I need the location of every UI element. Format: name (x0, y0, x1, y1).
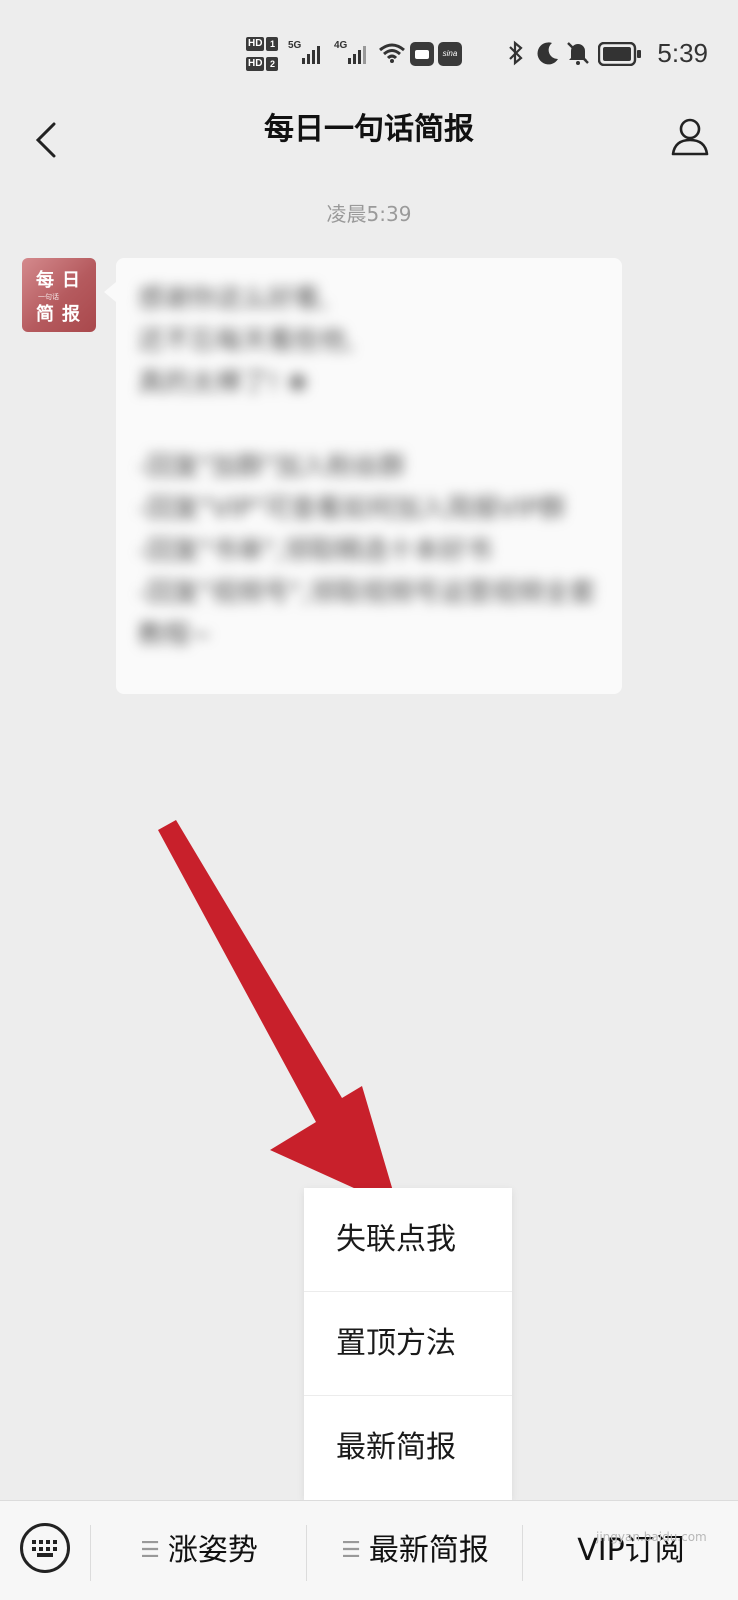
bottom-menu-bar: ☰ 涨姿势 ☰ 最新简报 VIP订阅 (0, 1500, 738, 1600)
popup-item-lost-contact[interactable]: 失联点我 (304, 1188, 512, 1292)
wifi-icon (379, 43, 405, 63)
sina-app-icon: sina (438, 42, 462, 66)
message-text: 感谢你这么好看, 还不忘每天看些他, 真的太棒了! ❀ -回复"加群"加入粉丝群… (138, 284, 596, 650)
keyboard-toggle-button[interactable] (20, 1523, 70, 1573)
popup-menu: 失联点我 置顶方法 最新简报 (304, 1188, 512, 1500)
hd1-number: 1 (266, 37, 279, 51)
message-timestamp: 凌晨5:39 (326, 202, 412, 226)
status-bar: HD 1 HD 2 5G 4G sina 5:39 (0, 0, 738, 100)
divider (522, 1525, 523, 1581)
status-time: 5:39 (657, 38, 708, 68)
battery-icon (598, 42, 641, 66)
divider (90, 1525, 91, 1581)
signal-4g-icon: 4G (334, 40, 374, 66)
menu-button-vip[interactable]: VIP订阅 (524, 1501, 738, 1600)
page-title: 每日一句话简报 (264, 112, 474, 147)
hd2-number: 2 (266, 57, 279, 71)
hd1-badge: HD (246, 37, 265, 51)
menu-button-knowledge[interactable]: ☰ 涨姿势 (92, 1501, 306, 1600)
profile-button[interactable] (662, 108, 718, 164)
hamburger-icon: ☰ (140, 1538, 160, 1563)
message-bubble[interactable]: 感谢你这么好看, 还不忘每天看些他, 真的太棒了! ❀ -回复"加群"加入粉丝群… (116, 258, 622, 694)
red-arrow-icon (158, 820, 398, 1208)
bluetooth-icon (509, 40, 523, 66)
moon-icon (537, 42, 558, 65)
huawei-app-icon (410, 42, 434, 66)
watermark: jingyan.baidu.com (596, 1530, 707, 1544)
bubble-tail (104, 282, 116, 302)
divider (306, 1525, 307, 1581)
person-icon (671, 118, 709, 156)
popup-item-latest-brief[interactable]: 最新简报 (304, 1396, 512, 1500)
avatar[interactable]: 每 日 一句话 简 报 (22, 258, 96, 332)
hd2-badge: HD (246, 57, 265, 71)
chat-header: 每日一句话简报 (0, 100, 738, 180)
hamburger-icon: ☰ (341, 1538, 361, 1563)
signal-5g-icon: 5G (288, 40, 328, 66)
popup-item-pin-method[interactable]: 置顶方法 (304, 1292, 512, 1396)
mute-bell-icon (567, 42, 589, 65)
menu-button-latest-brief[interactable]: ☰ 最新简报 (308, 1501, 522, 1600)
keyboard-icon (32, 1540, 57, 1557)
hd-indicators: HD 1 HD 2 (246, 36, 282, 76)
